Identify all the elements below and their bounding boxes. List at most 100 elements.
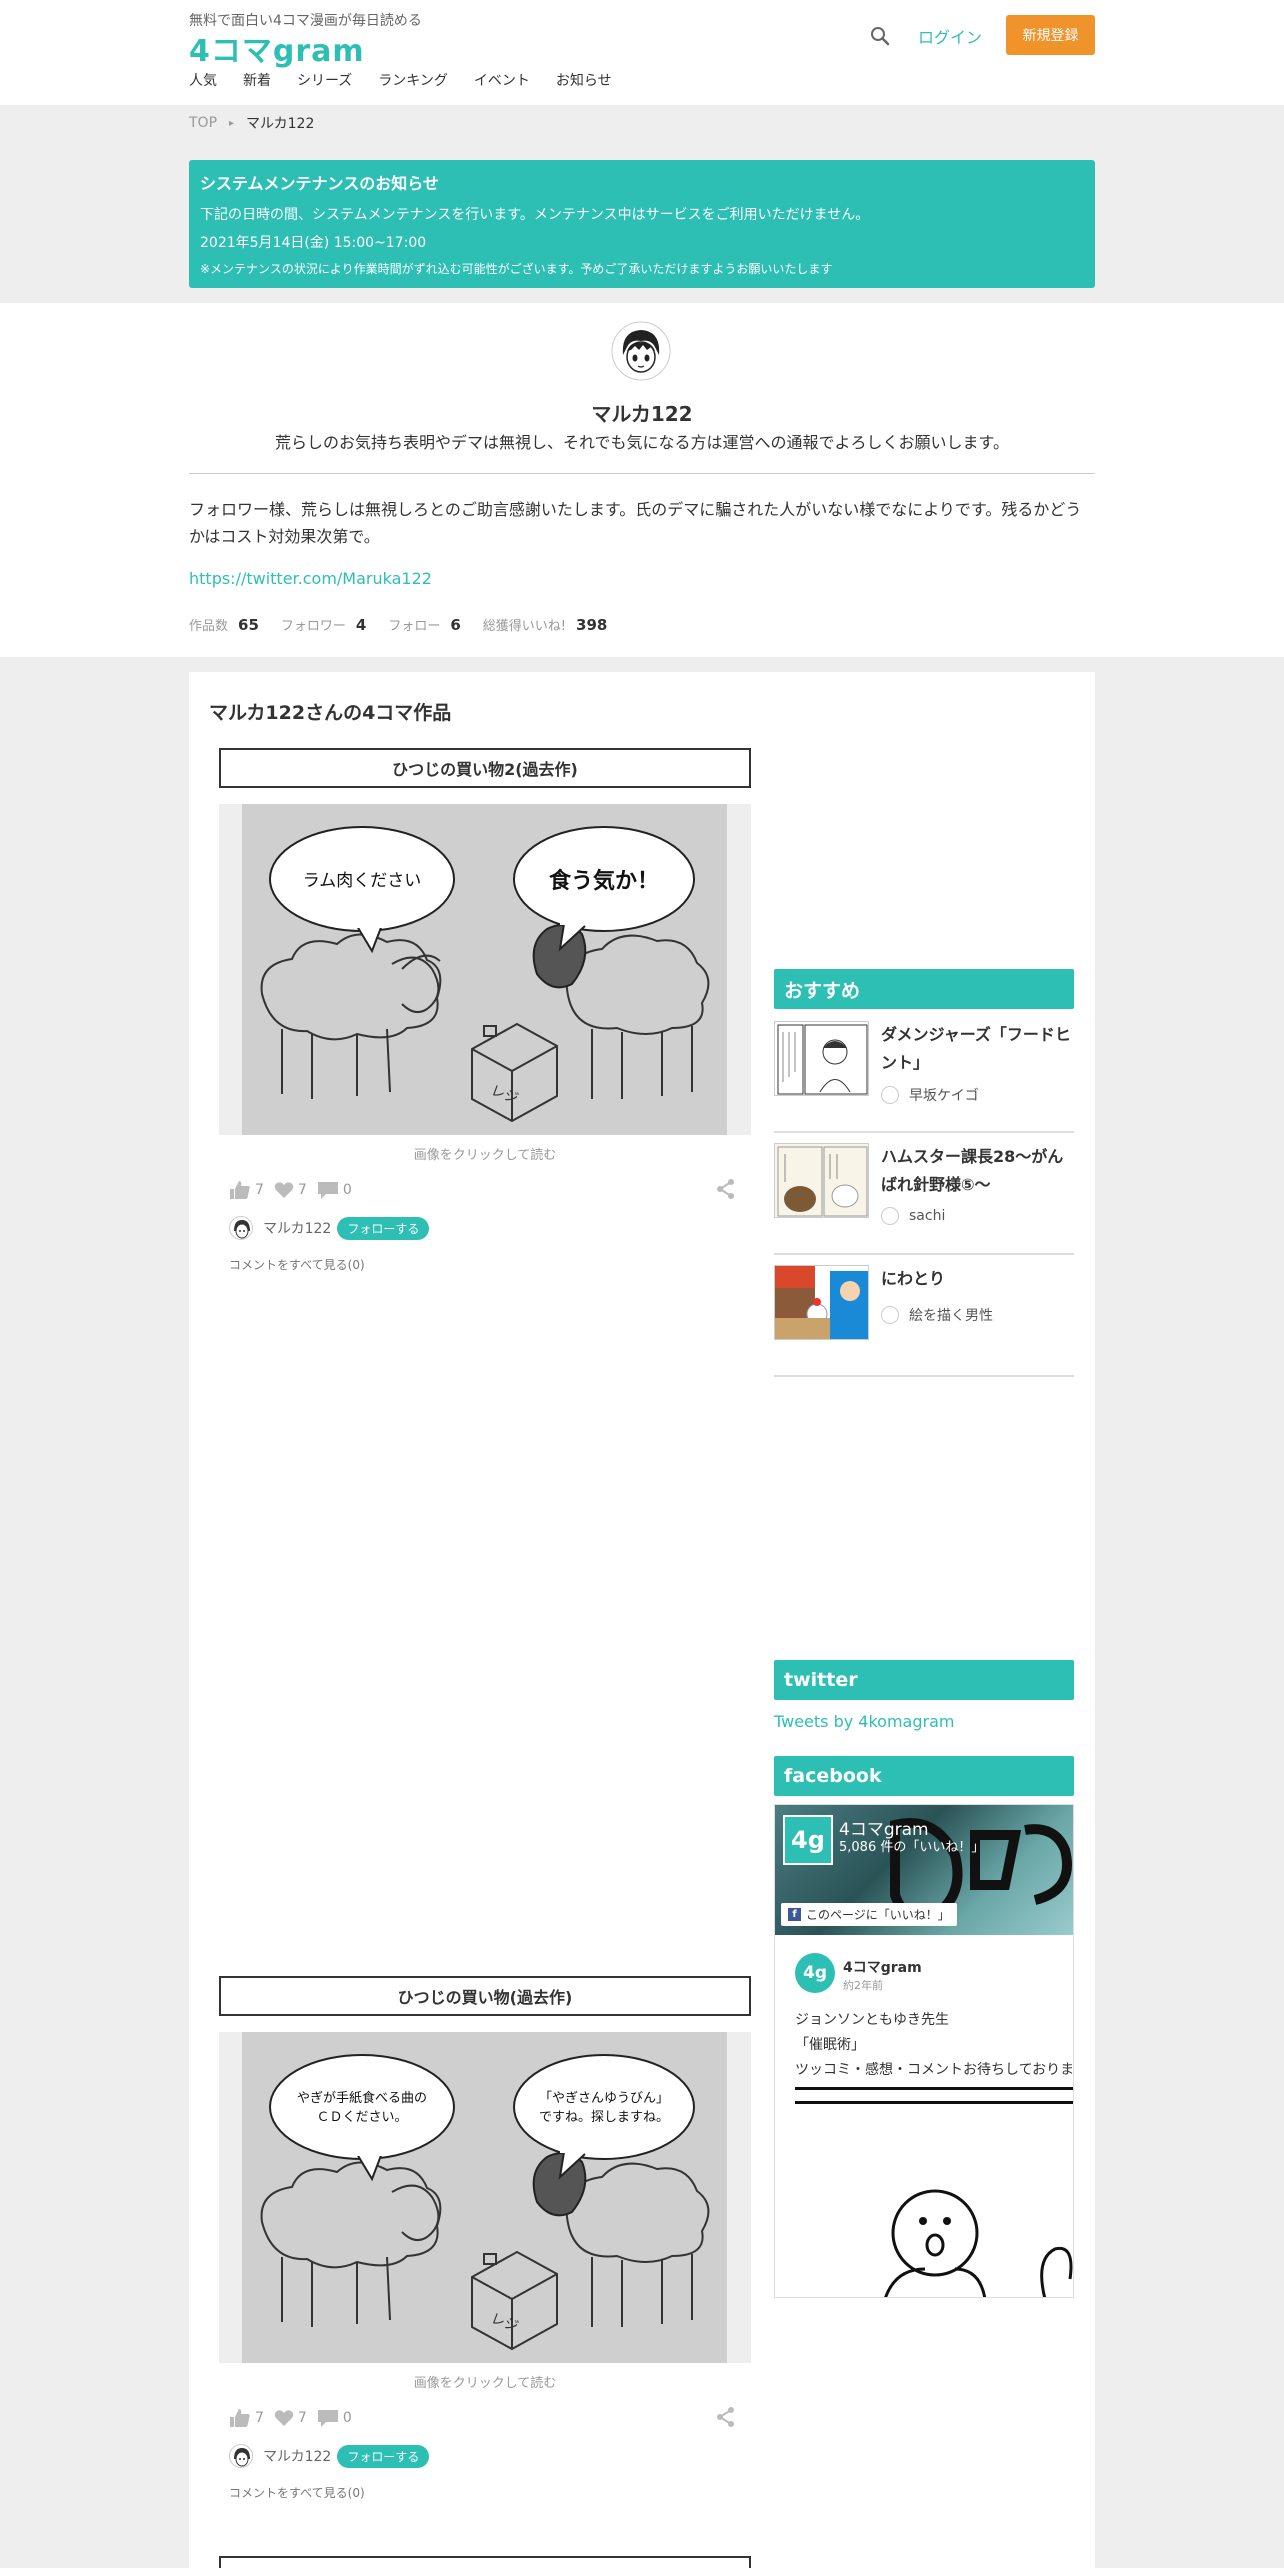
facebook-post-author[interactable]: 4コマgram [843, 1957, 922, 1977]
recommend-title[interactable]: にわとり [881, 1265, 1071, 1293]
comment-action[interactable]: 0 [317, 2408, 352, 2428]
author-avatar [881, 1306, 899, 1324]
recommend-item[interactable]: にわとり 絵を描く男性 [774, 1255, 1074, 1377]
author-avatar[interactable] [229, 1216, 253, 1240]
facebook-post-text: 「催眠術」 [795, 2037, 865, 2053]
nav-popular[interactable]: 人気 [189, 70, 217, 90]
author-avatar [881, 1207, 899, 1225]
stat-works-value[interactable]: 65 [238, 616, 259, 634]
profile-twitter-link[interactable]: https://twitter.com/Maruka122 [189, 569, 432, 588]
recommend-title[interactable]: ハムスター課長28〜がんばれ針野様⑤〜 [881, 1143, 1071, 1199]
recommend-author-name[interactable]: sachi [909, 1208, 945, 1224]
works-panel: マルカ122さんの4コマ作品 ひつじの買い物2(過去作) レジ ラム肉ください … [189, 672, 1095, 2568]
recommend-thumbnail[interactable] [774, 1143, 869, 1218]
divider [795, 2101, 1073, 2104]
recommend-thumbnail[interactable] [774, 1021, 869, 1096]
stat-followers-label: フォロワー [280, 619, 346, 634]
facebook-post-text: ツッコミ・感想・コメントお待ちしておりま [795, 2062, 1074, 2078]
click-to-read-hint: 画像をクリックして読む [413, 1148, 557, 1163]
recommend-thumbnail[interactable] [774, 1265, 869, 1340]
follow-button[interactable]: フォローする [337, 1216, 430, 1240]
notice-title: システムメンテナンスのお知らせ [200, 174, 439, 193]
facebook-post-image[interactable] [865, 2163, 1074, 2298]
comic-panel-image[interactable]: レジ やぎが手紙食べる曲の ＣＤください。 「やぎさんゆうびん」 ですね。探しま… [242, 2032, 727, 2363]
recommend-author[interactable]: 絵を描く男性 [881, 1305, 993, 1325]
thumbs-up-icon[interactable] [229, 2408, 251, 2428]
login-link[interactable]: ログイン [918, 24, 982, 48]
breadcrumb-top[interactable]: TOP [189, 115, 217, 131]
nav-news[interactable]: お知らせ [556, 70, 612, 90]
facebook-cover-image[interactable]: 4g 4コマgram 5,086 件の「いいね！」 f このページに「いいね！」 [775, 1805, 1073, 1935]
work-author-row: マルカ122 フォローする [229, 2444, 430, 2468]
signup-button[interactable]: 新規登録 [1006, 15, 1095, 55]
heart-icon[interactable] [274, 2409, 294, 2427]
recommend-author[interactable]: sachi [881, 1207, 945, 1225]
nav-new[interactable]: 新着 [243, 70, 271, 90]
heart-icon[interactable] [274, 1181, 294, 1199]
divider [189, 473, 1095, 474]
author-avatar[interactable] [229, 2444, 253, 2468]
speech-bubble-right-line2: ですね。探しますね。 [539, 2110, 669, 2125]
recommend-author[interactable]: 早坂ケイゴ [881, 1085, 979, 1105]
recommend-title[interactable]: ダメンジャーズ「フードヒント」 [881, 1021, 1071, 1077]
heart-action[interactable]: 7 [274, 1181, 307, 1199]
heart-count: 7 [297, 2410, 307, 2426]
heart-action[interactable]: 7 [274, 2409, 307, 2427]
like-action[interactable]: 7 [229, 1180, 264, 1200]
search-icon[interactable] [868, 24, 892, 48]
work-title[interactable]: ひつじの買い物(過去作) [219, 1976, 751, 2016]
stat-likes-label: 総獲得いいね! [482, 619, 567, 634]
recommend-author-name[interactable]: 早坂ケイゴ [909, 1085, 979, 1105]
thumbs-up-icon[interactable] [229, 1180, 251, 1200]
stat-works-label: 作品数 [189, 619, 229, 634]
profile-description: フォロワー様、荒らしは無視しろとのご助言感謝いたします。氏のデマに騙された人がい… [189, 500, 1082, 546]
like-count: 7 [255, 1182, 264, 1198]
nav-ranking[interactable]: ランキング [378, 70, 448, 90]
stat-followers-value[interactable]: 4 [356, 616, 366, 634]
work-title[interactable]: ひつじの買い物2(過去作) [219, 748, 751, 788]
heart-count: 7 [297, 1182, 307, 1198]
share-icon[interactable] [716, 1178, 736, 1200]
work-image[interactable]: レジ やぎが手紙食べる曲の ＣＤください。 「やぎさんゆうびん」 ですね。探しま… [219, 2032, 751, 2363]
facebook-post-time[interactable]: 約2年前 [843, 1977, 883, 1993]
avatar-face-icon [611, 321, 671, 381]
facebook-post-text: ジョンソンともゆき先生 [795, 2012, 949, 2028]
recommend-item[interactable]: ハムスター課長28〜がんばれ針野様⑤〜 sachi [774, 1133, 1074, 1255]
recommend-author-name[interactable]: 絵を描く男性 [909, 1305, 993, 1325]
profile-section: マルカ122 荒らしのお気持ち表明やデマは無視し、それでも気になる方は運営への通… [0, 303, 1284, 657]
work-image[interactable]: レジ ラム肉ください 食う気か！ [219, 804, 751, 1135]
speech-bubble-left-line1: やぎが手紙食べる曲の [297, 2090, 427, 2106]
comment-action[interactable]: 0 [317, 1180, 352, 1200]
speech-bubble-right-line1: 「やぎさんゆうびん」 [539, 2091, 669, 2106]
stat-following-value[interactable]: 6 [450, 616, 460, 634]
view-all-comments-link[interactable]: コメントをすべて見る(0) [229, 2484, 365, 2501]
comment-icon[interactable] [317, 2408, 339, 2428]
like-count: 7 [255, 2410, 264, 2426]
profile-name: マルカ122 [591, 402, 693, 426]
tweets-link[interactable]: Tweets by 4komagram [774, 1712, 954, 1731]
facebook-like-label: このページに「いいね！」 [806, 1908, 950, 1922]
site-header: 無料で面白い4コマ漫画が毎日読める 4コマgram ログイン 新規登録 人気 新… [0, 0, 1284, 105]
facebook-post-avatar[interactable]: 4g [795, 1953, 835, 1993]
author-name[interactable]: マルカ122 [263, 2446, 331, 2466]
comment-icon[interactable] [317, 1180, 339, 1200]
author-avatar [881, 1086, 899, 1104]
work-author-row: マルカ122 フォローする [229, 1216, 430, 1240]
follow-button[interactable]: フォローする [337, 2444, 430, 2468]
recommend-item[interactable]: ダメンジャーズ「フードヒント」 早坂ケイゴ [774, 1011, 1074, 1133]
nav-series[interactable]: シリーズ [297, 70, 352, 90]
divider [795, 2087, 1073, 2090]
works-heading: マルカ122さんの4コマ作品 [209, 702, 452, 724]
like-action[interactable]: 7 [229, 2408, 264, 2428]
site-logo[interactable]: 4コマgram [189, 26, 365, 70]
facebook-page-logo[interactable]: 4g [783, 1815, 833, 1865]
view-all-comments-link[interactable]: コメントをすべて見る(0) [229, 1256, 365, 1273]
profile-bio: 荒らしのお気持ち表明やデマは無視し、それでも気になる方は運営への通報でよろしくお… [275, 433, 1009, 452]
maintenance-notice: システムメンテナンスのお知らせ 下記の日時の間、システムメンテナンスを行います。… [189, 160, 1095, 288]
nav-events[interactable]: イベント [474, 70, 530, 90]
work-title-next[interactable] [219, 2556, 751, 2568]
facebook-like-button[interactable]: f このページに「いいね！」 [781, 1903, 957, 1926]
author-name[interactable]: マルカ122 [263, 1218, 331, 1238]
share-icon[interactable] [716, 2406, 736, 2428]
comic-panel-image[interactable]: レジ ラム肉ください 食う気か！ [242, 804, 727, 1135]
